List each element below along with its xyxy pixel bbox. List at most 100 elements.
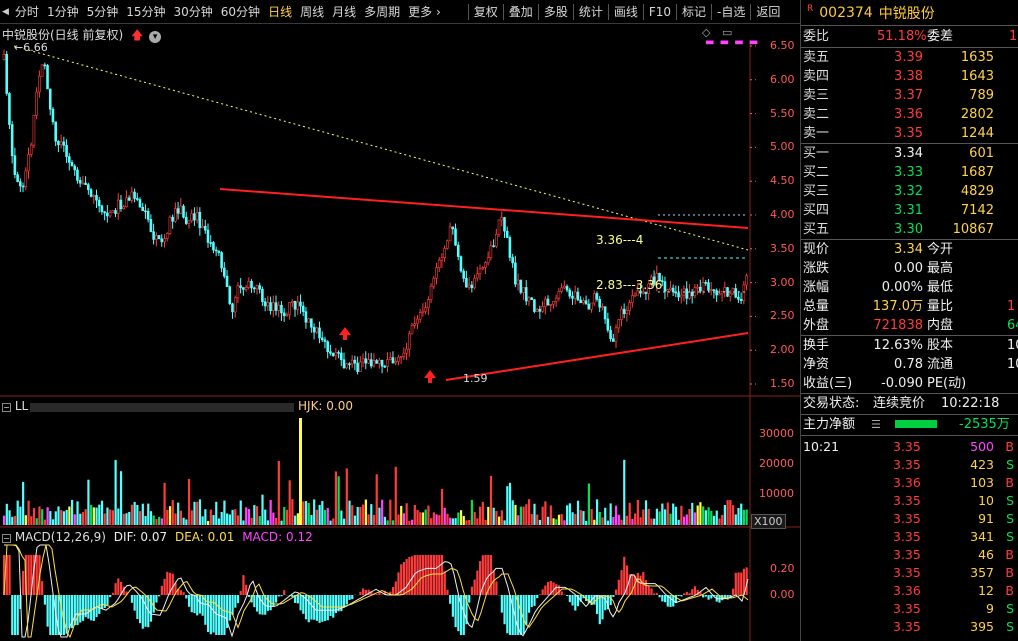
list-icon[interactable]: ☰ xyxy=(871,415,881,435)
volume-scrollbar[interactable] xyxy=(30,403,294,412)
candle-body xyxy=(440,257,444,261)
bids-row[interactable]: 买四 3.31 7142 xyxy=(801,201,1018,220)
macd-bar xyxy=(198,595,202,614)
macd-bar xyxy=(680,595,683,597)
volume-bar xyxy=(391,520,395,525)
volume-bar xyxy=(500,510,503,525)
candle-body xyxy=(307,318,310,323)
candle-body xyxy=(473,277,476,289)
tab-daily[interactable]: 日线 xyxy=(264,0,296,24)
tab-60min[interactable]: 60分钟 xyxy=(217,0,264,24)
volume-bar xyxy=(680,505,683,525)
tab-monthly[interactable]: 月线 xyxy=(328,0,360,24)
tab-intraday[interactable]: 分时 xyxy=(11,0,43,24)
candle-body xyxy=(301,305,305,312)
adjust-button[interactable]: 复权 xyxy=(470,0,502,24)
candle-body xyxy=(421,310,425,313)
macd-bar xyxy=(158,595,161,597)
tick-price: 3.35 xyxy=(893,547,921,562)
volume-bar xyxy=(503,520,506,525)
candle-body xyxy=(690,291,694,297)
statistics-button[interactable]: 统计 xyxy=(575,0,607,24)
volume-bar xyxy=(590,508,593,525)
macd-bar xyxy=(557,585,561,595)
price-tick-label: 3.00 xyxy=(770,275,795,289)
macd-bar xyxy=(166,571,169,595)
volume-bar xyxy=(62,511,66,525)
bids-row[interactable]: 买三 3.32 4829 xyxy=(801,182,1018,201)
candle-body xyxy=(174,208,177,222)
candle-body xyxy=(184,216,188,224)
collapse-icon[interactable]: − xyxy=(2,403,11,412)
tab-weekly[interactable]: 周线 xyxy=(296,0,328,24)
asks-row[interactable]: 卖二 3.36 2802 xyxy=(801,105,1018,124)
bids-row[interactable]: 买五 3.30 10867 xyxy=(801,220,1018,239)
stat-row: 外盘 721838 内盘 64 xyxy=(801,316,1018,335)
volume-bar xyxy=(114,460,117,525)
asks-row[interactable]: 卖五 3.39 1635 xyxy=(801,48,1018,67)
candle-body xyxy=(258,285,261,290)
tab-more[interactable]: 更多 › xyxy=(404,0,445,24)
bids-row[interactable]: 买二 3.33 1687 xyxy=(801,163,1018,182)
volume-bar xyxy=(487,506,490,525)
macd-bar xyxy=(296,595,299,604)
back-button[interactable]: 返回 xyxy=(752,0,784,24)
asks-label: 卖一 xyxy=(803,126,830,141)
tab-1min[interactable]: 1分钟 xyxy=(43,0,83,24)
tab-30min[interactable]: 30分钟 xyxy=(170,0,217,24)
stat-value: 3.34 xyxy=(894,242,923,257)
candle-body xyxy=(432,277,436,287)
candle-body xyxy=(734,288,737,298)
candle-body xyxy=(503,217,506,232)
stock-name[interactable]: 中锐股份 xyxy=(879,3,935,23)
asks-row[interactable]: 卖一 3.35 1244 xyxy=(801,124,1018,143)
bids-row[interactable]: 买一 3.34 601 xyxy=(801,144,1018,163)
volume-bar xyxy=(117,508,120,525)
volume-bar xyxy=(49,511,52,525)
kline-chart[interactable] xyxy=(0,24,800,641)
macd-bar xyxy=(416,555,419,595)
collapse-icon[interactable]: − xyxy=(2,534,11,543)
candle-body xyxy=(130,191,134,201)
macd-bar xyxy=(394,581,397,595)
candle-body xyxy=(209,242,213,244)
volume-bar xyxy=(198,499,202,525)
tab-multi-period[interactable]: 多周期 xyxy=(360,0,404,24)
f10-button[interactable]: F10 xyxy=(645,0,675,24)
bids-price: 3.30 xyxy=(894,222,923,237)
candle-body xyxy=(465,278,468,288)
remove-watchlist-button[interactable]: -自选 xyxy=(713,0,749,24)
tab-5min[interactable]: 5分钟 xyxy=(83,0,123,24)
volume-bar xyxy=(628,502,631,525)
price-tick-label: 2.50 xyxy=(770,309,795,323)
tick-list[interactable]: 10:21 3.35 500 B 3.35 423 S 3.36 103 B 3.35 10 S 3.35… xyxy=(801,436,1018,636)
draw-line-button[interactable]: 画线 xyxy=(610,0,642,24)
stat-label: 流通 xyxy=(927,357,954,372)
multi-stock-button[interactable]: 多股 xyxy=(540,0,572,24)
overlay-button[interactable]: 叠加 xyxy=(505,0,537,24)
stat-label: 现价 xyxy=(803,242,830,257)
stock-code[interactable]: 002374 xyxy=(819,5,872,21)
collapse-icon[interactable]: ◀ xyxy=(0,7,11,17)
lower-trendline[interactable] xyxy=(445,332,749,381)
volume-bar xyxy=(217,518,221,525)
chevron-down-icon[interactable]: ▾ xyxy=(149,31,162,43)
tab-15min[interactable]: 15分钟 xyxy=(122,0,169,24)
upper-trendline[interactable] xyxy=(219,188,749,229)
candle-body xyxy=(666,289,669,292)
macd-bar xyxy=(601,595,604,620)
candle-body xyxy=(155,235,158,240)
volume-bar xyxy=(702,506,705,525)
asks-row[interactable]: 卖四 3.38 1643 xyxy=(801,67,1018,86)
weibi-value: 51.18% xyxy=(877,29,927,44)
asks-volume: 1244 xyxy=(960,126,994,141)
candle-body xyxy=(492,245,495,248)
macd-bar xyxy=(468,595,471,603)
macd-bar xyxy=(710,595,713,599)
asks-row[interactable]: 卖三 3.37 789 xyxy=(801,86,1018,105)
macd-bar xyxy=(598,595,601,625)
mark-button[interactable]: 标记 xyxy=(678,0,710,24)
volume-bar xyxy=(742,509,746,525)
macd-bar xyxy=(68,595,71,629)
volume-bar xyxy=(177,502,180,525)
